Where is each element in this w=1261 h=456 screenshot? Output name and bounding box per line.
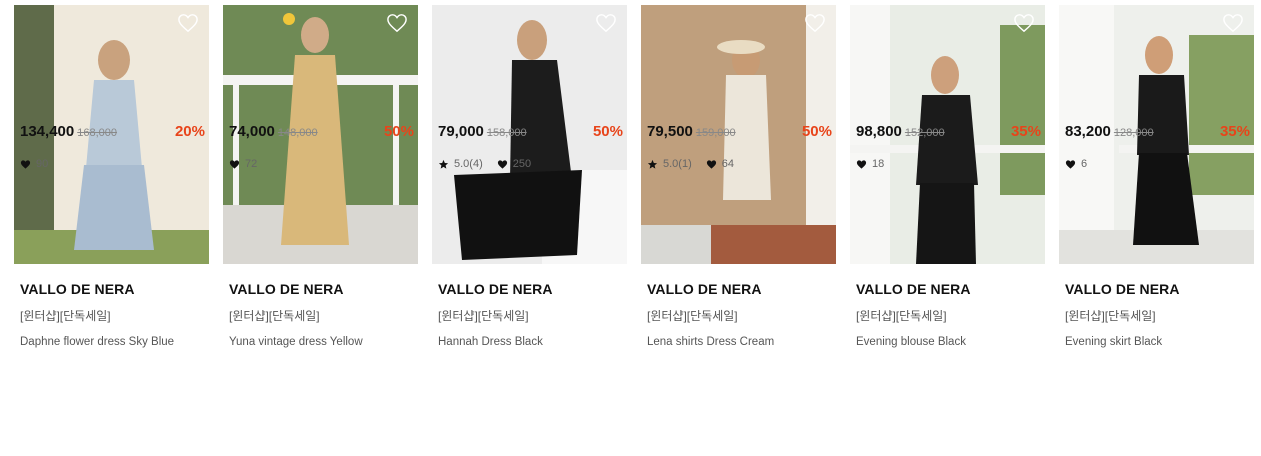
discount-rate: 50% <box>383 123 414 140</box>
likes: 6 <box>1065 158 1087 170</box>
likes-count: 250 <box>512 158 532 170</box>
product-card[interactable]: VALLO DE NERA [윈터샵][단독세일] Hannah Dress B… <box>432 5 627 445</box>
original-price: 128,000 <box>1113 127 1154 139</box>
discount-rate: 35% <box>1010 123 1041 140</box>
wishlist-heart-icon[interactable] <box>1013 13 1035 33</box>
wishlist-heart-icon[interactable] <box>804 13 826 33</box>
price-row: 134,400 168,000 20% <box>20 123 205 145</box>
heart-icon <box>1065 159 1076 169</box>
price-row: 98,800 152,000 35% <box>856 123 1041 145</box>
product-tag: [윈터샵][단독세일] <box>438 309 529 323</box>
product-meta: 6 <box>1065 158 1101 170</box>
product-name[interactable]: Daphne flower dress Sky Blue <box>20 336 203 348</box>
product-tag: [윈터샵][단독세일] <box>647 309 738 323</box>
product-meta: 5.0(4) 250 <box>438 158 545 170</box>
wishlist-heart-icon[interactable] <box>595 13 617 33</box>
original-price: 159,000 <box>695 127 736 139</box>
star-icon <box>647 159 658 169</box>
product-tag: [윈터샵][단독세일] <box>20 309 111 323</box>
brand-name[interactable]: VALLO DE NERA <box>1065 281 1248 297</box>
original-price: 148,000 <box>277 127 318 139</box>
sale-price: 83,200 <box>1065 123 1111 140</box>
product-tag: [윈터샵][단독세일] <box>229 309 320 323</box>
star-icon <box>438 159 449 169</box>
heart-icon <box>497 159 507 169</box>
discount-rate: 50% <box>801 123 832 140</box>
likes: 72 <box>229 158 257 170</box>
product-grid: VALLO DE NERA [윈터샵][단독세일] Daphne flower … <box>0 0 1261 456</box>
product-card[interactable]: VALLO DE NERA [윈터샵][단독세일] Yuna vintage d… <box>223 5 418 445</box>
product-card[interactable]: VALLO DE NERA [윈터샵][단독세일] Evening skirt … <box>1059 5 1254 445</box>
sale-price: 79,500 <box>647 123 693 140</box>
brand-name[interactable]: VALLO DE NERA <box>647 281 830 297</box>
product-tag: [윈터샵][단독세일] <box>1065 309 1156 323</box>
heart-icon <box>229 159 240 169</box>
original-price: 168,000 <box>77 127 117 139</box>
wishlist-heart-icon[interactable] <box>177 13 199 33</box>
brand-name[interactable]: VALLO DE NERA <box>856 281 1039 297</box>
likes-count: 72 <box>245 158 258 170</box>
rating-value: 5.0(4) <box>454 158 483 170</box>
original-price: 152,000 <box>904 127 945 139</box>
product-meta: 72 <box>229 158 271 170</box>
original-price: 158,000 <box>486 127 527 139</box>
product-name[interactable]: Evening blouse Black <box>856 336 1039 348</box>
brand-name[interactable]: VALLO DE NERA <box>20 281 203 297</box>
rating-value: 5.0(1) <box>663 158 692 170</box>
heart-icon <box>856 159 867 169</box>
product-name[interactable]: Yuna vintage dress Yellow <box>229 336 412 348</box>
discount-rate: 50% <box>592 123 623 140</box>
product-meta: 90 <box>20 158 62 170</box>
product-card[interactable]: VALLO DE NERA [윈터샵][단독세일] Evening blouse… <box>850 5 1045 445</box>
product-name[interactable]: Lena shirts Dress Cream <box>647 336 830 348</box>
wishlist-heart-icon[interactable] <box>1222 13 1244 33</box>
likes: 18 <box>856 158 884 170</box>
product-name[interactable]: Evening skirt Black <box>1065 336 1248 348</box>
wishlist-heart-icon[interactable] <box>386 13 408 33</box>
price-row: 74,000 148,000 50% <box>229 123 414 145</box>
sale-price: 98,800 <box>856 123 902 140</box>
product-meta: 5.0(1) 64 <box>647 158 748 170</box>
likes-count: 64 <box>721 158 734 170</box>
heart-icon <box>20 159 31 169</box>
brand-name[interactable]: VALLO DE NERA <box>229 281 412 297</box>
likes: 90 <box>20 158 48 170</box>
rating: 5.0(1) <box>647 158 692 170</box>
price-row: 79,500 159,000 50% <box>647 123 832 145</box>
sale-price: 74,000 <box>229 123 275 140</box>
likes-count: 6 <box>1081 158 1088 170</box>
product-meta: 18 <box>856 158 898 170</box>
price-row: 83,200 128,000 35% <box>1065 123 1250 145</box>
sale-price: 79,000 <box>438 123 484 140</box>
likes-count: 90 <box>36 158 49 170</box>
price-row: 79,000 158,000 50% <box>438 123 623 145</box>
product-card[interactable]: VALLO DE NERA [윈터샵][단독세일] Lena shirts Dr… <box>641 5 836 445</box>
discount-rate: 20% <box>174 123 205 140</box>
sale-price: 134,400 <box>20 123 75 140</box>
likes: 64 <box>706 158 734 170</box>
heart-icon <box>706 159 716 169</box>
discount-rate: 35% <box>1219 123 1250 140</box>
product-card[interactable]: VALLO DE NERA [윈터샵][단독세일] Daphne flower … <box>14 5 209 445</box>
likes-count: 18 <box>872 158 885 170</box>
brand-name[interactable]: VALLO DE NERA <box>438 281 621 297</box>
likes: 250 <box>497 158 531 170</box>
rating: 5.0(4) <box>438 158 483 170</box>
product-name[interactable]: Hannah Dress Black <box>438 336 621 348</box>
product-tag: [윈터샵][단독세일] <box>856 309 947 323</box>
